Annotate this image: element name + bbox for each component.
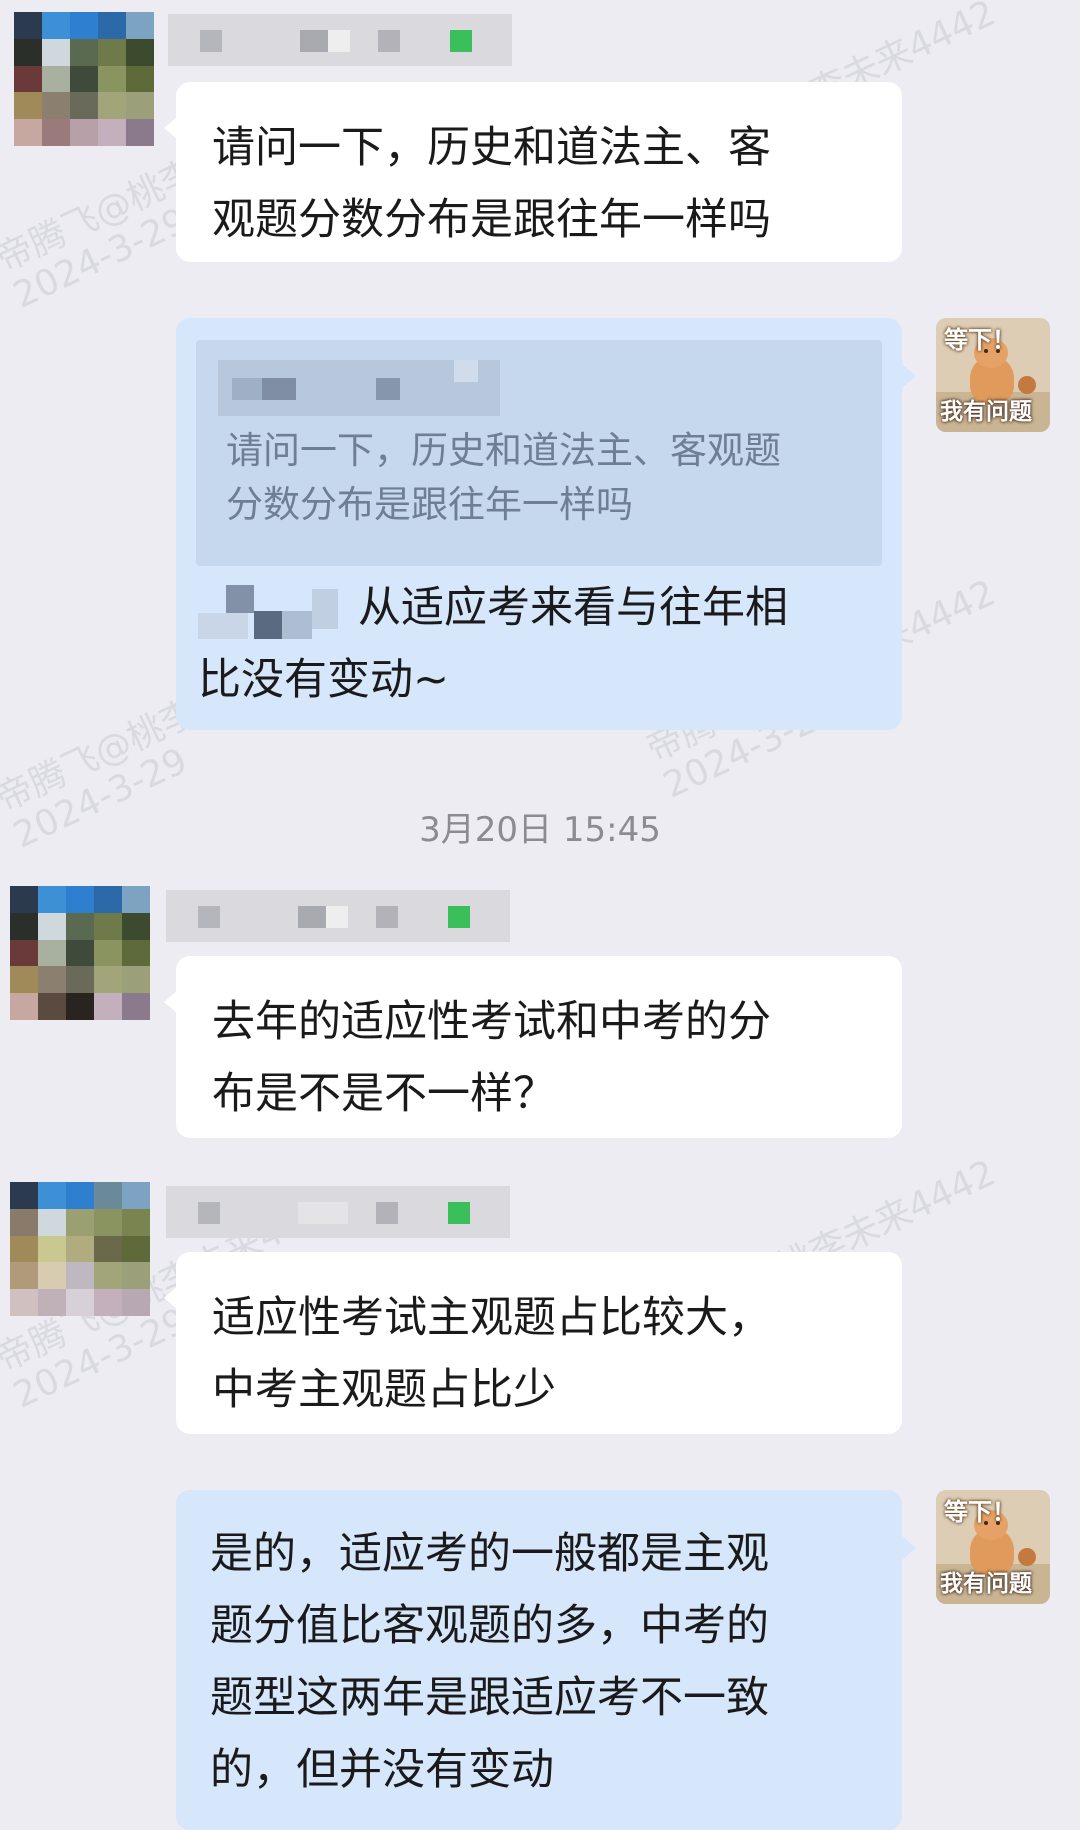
message-text-line: 题分值比客观题的多，中考的 xyxy=(210,1601,769,1651)
contact-avatar[interactable] xyxy=(10,1182,150,1316)
quoted-text-line: 请问一下，历史和道法主、客观题 xyxy=(226,429,781,472)
message-text-line: 比没有变动~ xyxy=(198,655,450,705)
message-text-line: 去年的适应性考试和中考的分 xyxy=(212,997,771,1047)
contact-name-redacted xyxy=(166,890,510,942)
message-text-line: 观题分数分布是跟往年一样吗 xyxy=(212,195,771,245)
message-text-line: 布是不是不一样？ xyxy=(212,1069,556,1119)
mention-redacted[interactable] xyxy=(198,583,344,639)
sticker-caption-top: 等下！ xyxy=(944,1498,1016,1526)
contact-avatar[interactable] xyxy=(10,886,150,1020)
message-text-line: 从适应考来看与往年相 xyxy=(358,583,788,633)
self-avatar-sticker[interactable]: 等下！ 我有问题 xyxy=(936,1490,1050,1604)
message-bubble[interactable]: 请问一下，历史和道法主、客 观题分数分布是跟往年一样吗 xyxy=(176,82,902,262)
quoted-text-line: 分数分布是跟往年一样吗 xyxy=(226,483,633,526)
message-text-line: 请问一下，历史和道法主、客 xyxy=(212,123,771,173)
sticker-caption-top: 等下！ xyxy=(944,326,1016,354)
message-text-line: 题型这两年是跟适应考不一致 xyxy=(210,1673,769,1723)
message-bubble[interactable]: 去年的适应性考试和中考的分 布是不是不一样？ xyxy=(176,956,902,1138)
contact-avatar[interactable] xyxy=(14,12,154,146)
message-bubble[interactable]: 适应性考试主观题占比较大， 中考主观题占比少 xyxy=(176,1252,902,1434)
message-text-line: 中考主观题占比少 xyxy=(212,1365,556,1415)
message-text-line: 是的，适应考的一般都是主观 xyxy=(210,1529,769,1579)
contact-name-redacted xyxy=(166,1186,510,1238)
message-text-line: 的，但并没有变动 xyxy=(210,1745,554,1795)
sticker-caption-bottom: 我有问题 xyxy=(940,1571,1032,1597)
message-text-line: 适应性考试主观题占比较大， xyxy=(212,1293,771,1343)
quoted-sender-redacted xyxy=(218,360,500,416)
message-bubble[interactable]: 请问一下，历史和道法主、客观题 分数分布是跟往年一样吗 从适应考来看与往年相 比… xyxy=(176,318,902,730)
chat-timestamp: 3月20日 15:45 xyxy=(419,810,661,850)
self-avatar-sticker[interactable]: 等下！ 我有问题 xyxy=(936,318,1050,432)
contact-name-redacted xyxy=(168,14,512,66)
message-bubble[interactable]: 是的，适应考的一般都是主观 题分值比客观题的多，中考的 题型这两年是跟适应考不一… xyxy=(176,1490,902,1830)
quoted-message[interactable]: 请问一下，历史和道法主、客观题 分数分布是跟往年一样吗 xyxy=(196,340,882,566)
sticker-caption-bottom: 我有问题 xyxy=(940,399,1032,425)
